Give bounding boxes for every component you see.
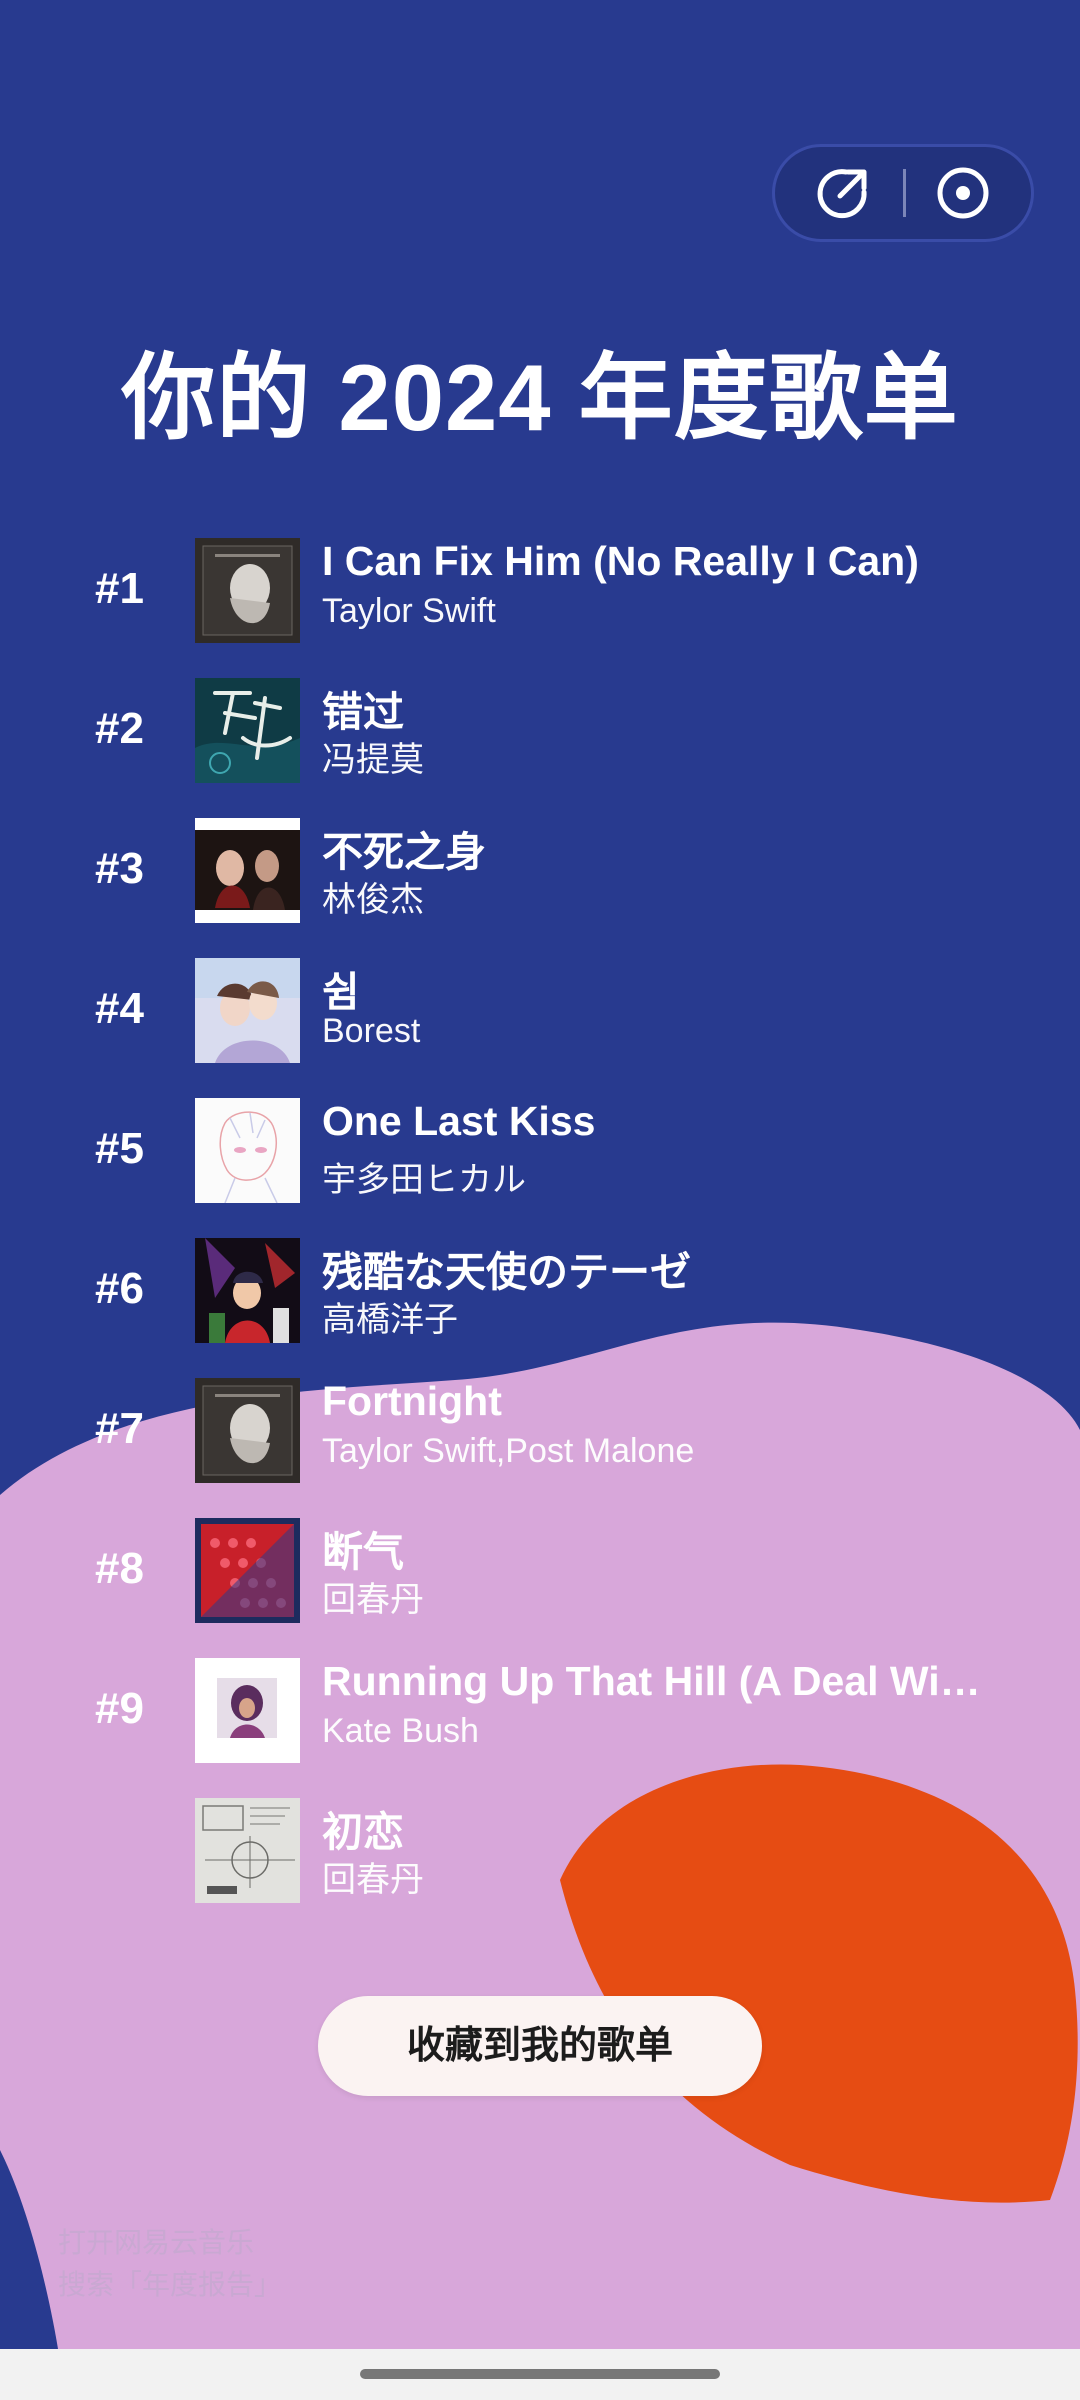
song-row[interactable]: 初恋 回春丹 (0, 1788, 1080, 1928)
rank-label: #4 (95, 984, 144, 1033)
song-title: 断气 (322, 1529, 404, 1575)
song-artist: 回春丹 (322, 1861, 424, 1899)
song-artist: 宇多田ヒカル (322, 1161, 526, 1199)
rank-label: #2 (95, 704, 144, 753)
song-artist: 冯提莫 (322, 741, 424, 779)
album-cover (195, 1798, 300, 1903)
song-title: 不死之身 (322, 829, 486, 875)
home-gesture-handle[interactable] (360, 2369, 720, 2379)
album-cover (195, 958, 300, 1063)
hint-line-2: 搜索「年度报告」 (58, 2269, 283, 2300)
song-title: 错过 (322, 689, 404, 735)
song-title: I Can Fix Him (No Really I Can) (322, 538, 919, 584)
song-row[interactable]: #9 Running Up That Hill (A Deal With God… (0, 1648, 1080, 1788)
song-title: 残酷な天使のテーゼ (322, 1249, 691, 1295)
song-row[interactable]: #1 I Can Fix Him (No Really I Can) Taylo… (0, 528, 1080, 668)
song-title: 쉼 (322, 969, 360, 1015)
song-artist: Taylor Swift (322, 592, 496, 630)
song-artist: Borest (322, 1012, 421, 1050)
song-title: 初恋 (322, 1809, 404, 1855)
album-cover (195, 1378, 300, 1483)
rank-label: #6 (95, 1264, 144, 1313)
rank-label: #5 (95, 1124, 144, 1173)
rank-label: #7 (95, 1404, 144, 1453)
song-row[interactable]: #3 不死之身 林俊杰 (0, 808, 1080, 948)
rank-label: #1 (95, 564, 144, 613)
album-cover (195, 1238, 300, 1343)
rank-label: #8 (95, 1544, 144, 1593)
top-actions-pill (772, 144, 1034, 242)
song-row[interactable]: #2 错过 冯提莫 (0, 668, 1080, 808)
song-artist: Taylor Swift,Post Malone (322, 1432, 695, 1470)
record-button[interactable] (903, 147, 1023, 239)
song-artist: 回春丹 (322, 1581, 424, 1619)
record-disc-icon (937, 167, 989, 219)
rank-label: #9 (95, 1684, 144, 1733)
song-title: One Last Kiss (322, 1098, 596, 1144)
hint-line-1: 打开网易云音乐 (58, 2227, 255, 2258)
album-cover (195, 1518, 300, 1623)
system-navigation-bar (0, 2349, 1080, 2400)
song-artist: Kate Bush (322, 1712, 479, 1750)
album-cover (195, 1658, 300, 1763)
song-row[interactable]: #5 One Last Kiss 宇多田ヒカル (0, 1088, 1080, 1228)
song-list: #1 I Can Fix Him (No Really I Can) Taylo… (0, 528, 1080, 1928)
album-cover (195, 1098, 300, 1203)
share-button[interactable] (783, 147, 903, 239)
song-artist: 高橋洋子 (322, 1301, 458, 1339)
share-arrow-icon (817, 169, 867, 219)
rank-label: #3 (95, 844, 144, 893)
page-title: 你的 2024 年度歌单 (121, 345, 959, 450)
song-artist: 林俊杰 (322, 881, 424, 919)
song-row[interactable]: #7 Fortnight Taylor Swift,Post Malone (0, 1368, 1080, 1508)
album-cover (195, 818, 300, 923)
save-to-playlist-button[interactable]: 收藏到我的歌单 (318, 1996, 762, 2096)
album-cover (195, 678, 300, 783)
song-row[interactable]: #6 残酷な天使のテーゼ 高橋洋子 (0, 1228, 1080, 1368)
album-cover (195, 538, 300, 643)
song-row[interactable]: #8 断气 回春丹 (0, 1508, 1080, 1648)
song-title: Fortnight (322, 1378, 502, 1424)
song-title: Running Up That Hill (A Deal With God) (322, 1658, 992, 1704)
song-row[interactable]: #4 쉼 Borest (0, 948, 1080, 1088)
search-hint: 打开网易云音乐 搜索「年度报告」 (58, 2222, 282, 2306)
